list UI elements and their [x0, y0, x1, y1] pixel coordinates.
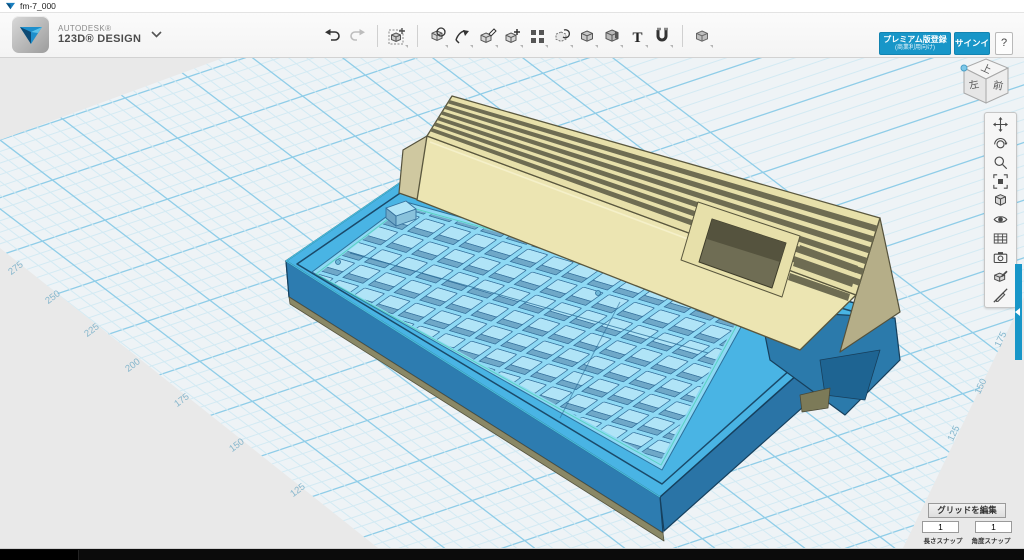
premium-register-label: プレミアム版登録 [880, 35, 950, 44]
visual-style-button[interactable] [987, 191, 1014, 210]
app-logo-icon [6, 2, 15, 11]
sign-in-button[interactable]: サインイン [954, 32, 990, 55]
premium-register-button[interactable]: プレミアム版登録 (商業利用向け) [879, 32, 951, 55]
3d-viewport[interactable]: 275 250 225 200 175 150 125 175 150 125 [0, 58, 1024, 548]
pan-button[interactable] [987, 115, 1014, 134]
toolbar-separator [377, 25, 378, 47]
toolbar-separator [682, 25, 683, 47]
main-toolbar: AUTODESK® 123D® DESIGN [0, 13, 1024, 58]
tool-strip: T [320, 19, 715, 53]
navigation-palette [984, 112, 1017, 308]
redo-button[interactable] [346, 22, 369, 50]
parts-drawer-handle[interactable] [1015, 264, 1022, 360]
svg-text:T: T [632, 30, 642, 45]
view-cube[interactable]: 上 左 前 [958, 55, 1014, 107]
brand-123d-design: 123D® DESIGN [58, 33, 141, 46]
grouping-button[interactable] [526, 22, 549, 50]
zoom-button[interactable] [987, 153, 1014, 172]
window-title: fm-7_000 [20, 1, 56, 11]
header-buttons: プレミアム版登録 (商業利用向け) サインイン ? [879, 32, 1013, 55]
edit-grid-button[interactable]: グリッドを編集 [928, 503, 1006, 518]
materials-button[interactable] [601, 22, 624, 50]
grid-settings-panel: グリッドを編集 長さスナップ 角度スナップ [922, 503, 1012, 545]
combine-button[interactable] [551, 22, 574, 50]
app-menu[interactable]: AUTODESK® 123D® DESIGN [12, 16, 162, 53]
show-hide-button[interactable] [987, 210, 1014, 229]
view-cube-corner-handle[interactable] [961, 65, 967, 71]
angle-snap-label: 角度スナップ [970, 535, 1012, 545]
scene [0, 58, 1024, 548]
modify-button[interactable] [476, 22, 499, 50]
brand-autodesk: AUTODESK® [58, 24, 141, 33]
primitives-button[interactable] [386, 22, 409, 50]
bottom-bar-segment [0, 550, 79, 560]
text-button[interactable]: T [626, 22, 649, 50]
snap-button[interactable] [651, 22, 674, 50]
app-window: fm-7_000 AUTODESK® 123D® DESIGN [0, 0, 1024, 560]
title-bar: fm-7_000 [0, 0, 1024, 13]
bottom-bar [0, 548, 1024, 560]
wireframe-button[interactable] [987, 229, 1014, 248]
undo-button[interactable] [321, 22, 344, 50]
help-button[interactable]: ? [995, 32, 1013, 55]
angle-snap-input[interactable] [975, 521, 1012, 533]
pattern-button[interactable] [501, 22, 524, 50]
sketch-button[interactable] [426, 22, 449, 50]
snapshot-button[interactable] [987, 248, 1014, 267]
chevron-left-icon [1015, 308, 1020, 316]
construct-button[interactable] [451, 22, 474, 50]
orbit-button[interactable] [987, 134, 1014, 153]
length-snap-label: 長さスナップ [922, 535, 964, 545]
premium-register-sublabel: (商業利用向け) [880, 44, 950, 52]
material-edit-button[interactable] [987, 267, 1014, 286]
toolbar-separator [417, 25, 418, 47]
measure-button[interactable] [576, 22, 599, 50]
view-button[interactable] [691, 22, 714, 50]
autodesk-123d-logo-icon [12, 16, 49, 53]
fit-button[interactable] [987, 172, 1014, 191]
outline-toggle-button[interactable] [987, 286, 1014, 305]
brand-text: AUTODESK® 123D® DESIGN [58, 24, 141, 46]
length-snap-input[interactable] [922, 521, 959, 533]
chevron-down-icon[interactable] [151, 31, 162, 38]
